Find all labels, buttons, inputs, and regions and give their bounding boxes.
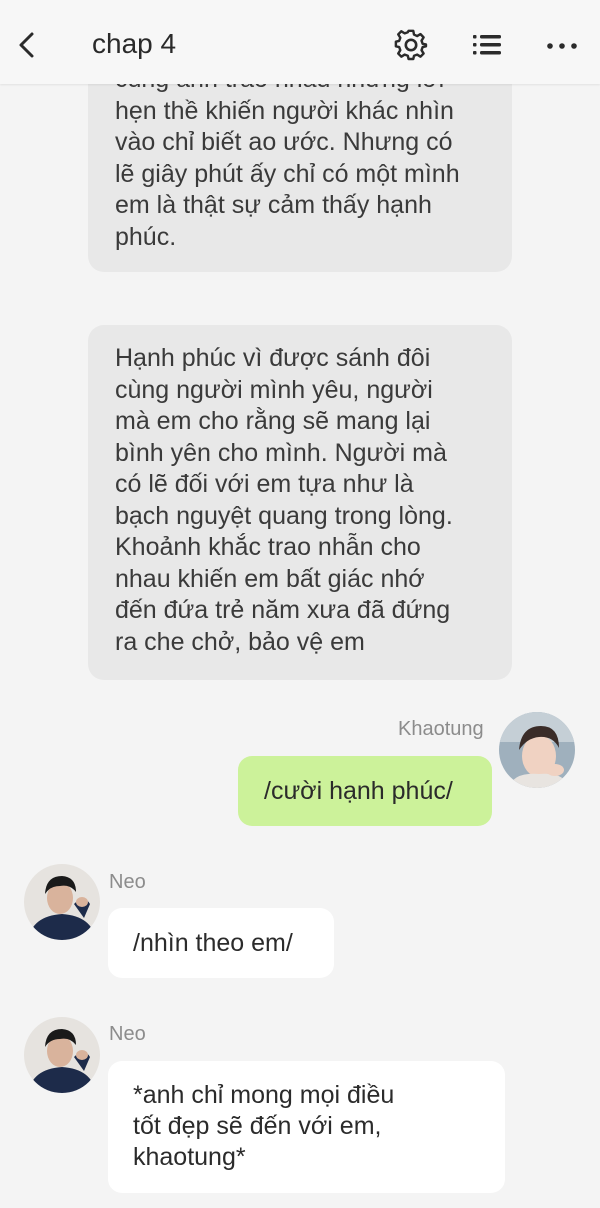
- narration-line: ra che chở, bảo vệ em: [115, 627, 365, 656]
- message-line: *anh chỉ mong mọi điều: [133, 1081, 395, 1109]
- narration-line: em là thật sự cảm thấy hạnh: [115, 191, 432, 219]
- message-text: /nhìn theo em/: [133, 929, 293, 957]
- message-bubble-left[interactable]: /nhìn theo em/: [108, 908, 334, 978]
- narration-line: cùng người mình yêu, người: [115, 375, 433, 404]
- chapter-list-button[interactable]: [470, 28, 504, 62]
- narration-bubble: Hạnh phúc vì được sánh đôi cùng người mì…: [88, 325, 512, 680]
- avatar-neo[interactable]: [24, 1017, 100, 1093]
- sender-name: Neo: [109, 1023, 146, 1045]
- narration-line: nhau khiến em bất giác nhớ: [115, 564, 425, 593]
- back-icon: [19, 32, 34, 58]
- sender-name: Khaotung: [398, 718, 484, 740]
- sender-name: Neo: [109, 871, 146, 893]
- narration-line: có lẽ đối với em tựa như là: [115, 470, 414, 498]
- settings-button[interactable]: [394, 28, 428, 62]
- avatar-khaotung[interactable]: [499, 712, 575, 788]
- message-text: /cười hạnh phúc/: [264, 777, 453, 805]
- avatar-neo[interactable]: [24, 864, 100, 940]
- narration-line: đến đứa trẻ năm xưa đã đứng: [115, 596, 451, 624]
- narration-line: vào chỉ biết ao ước. Nhưng có: [115, 128, 453, 156]
- message-line: tốt đẹp sẽ đến với em,: [133, 1112, 382, 1140]
- back-button[interactable]: [12, 26, 44, 64]
- top-bar: chap 4: [0, 0, 600, 84]
- message-bubble-right[interactable]: /cười hạnh phúc/: [238, 756, 492, 826]
- settings-icon: [394, 29, 428, 61]
- message-bubble-left[interactable]: *anh chỉ mong mọi điều tốt đẹp sẽ đến vớ…: [108, 1061, 505, 1193]
- page-title: chap 4: [92, 28, 177, 59]
- narration-line: bạch nguyệt quang trong lòng.: [115, 501, 453, 530]
- narration-line: lẽ giây phút ấy chỉ có một mình: [115, 159, 460, 188]
- narration-line: mà em cho rằng sẽ mang lại: [115, 407, 431, 435]
- narration-line: phúc.: [115, 222, 177, 251]
- chat-content: cùng anh trao nhau những lời hẹn thề khi…: [0, 0, 600, 1208]
- narration-line: Khoảnh khắc trao nhẫn cho: [115, 533, 421, 561]
- narration-line: hẹn thề khiến người khác nhìn: [115, 96, 454, 125]
- narration-line: Hạnh phúc vì được sánh đôi: [115, 344, 431, 372]
- narration-line: bình yên cho mình. Người mà: [115, 438, 447, 467]
- message-line: khaotung*: [133, 1143, 246, 1171]
- list-icon: [473, 35, 501, 55]
- more-icon: [547, 43, 577, 49]
- more-options-button[interactable]: [546, 28, 580, 62]
